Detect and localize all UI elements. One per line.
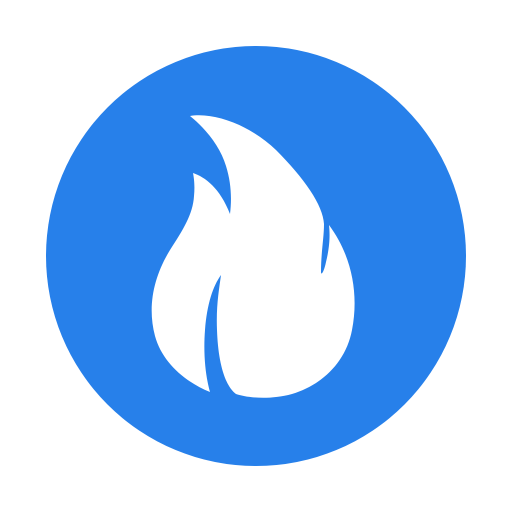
flame-logo: [46, 46, 466, 466]
app-icon-canvas: [0, 0, 512, 512]
